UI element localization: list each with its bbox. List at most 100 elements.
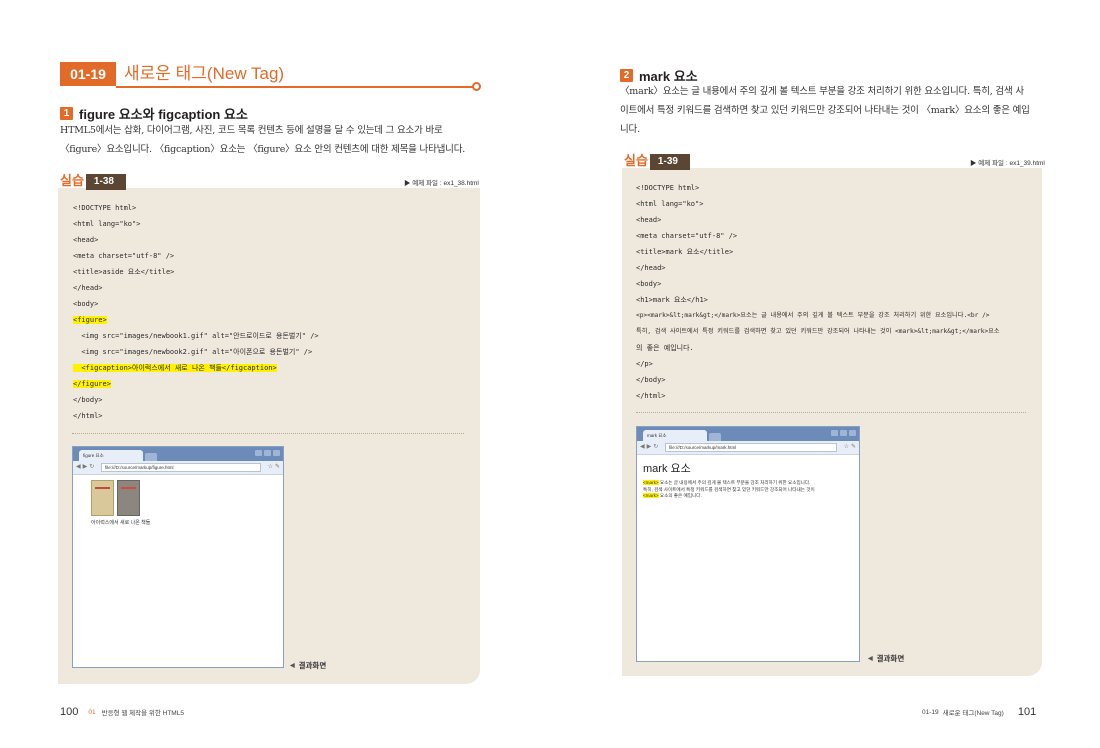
- dotted-divider: [636, 412, 1026, 413]
- star-wrench-icon: ☆ ✎: [267, 463, 280, 470]
- page-number: 101: [1017, 706, 1037, 718]
- browser-toolbar: ◀▶↻ file:///D:/source/markup/figure.html…: [73, 461, 283, 475]
- footer-section-title: 새로운 태그(New Tag): [942, 710, 1004, 717]
- code-line: </html>: [73, 412, 103, 420]
- practice-label: 실습 1-38: [60, 174, 126, 190]
- result-text: 결과화면: [876, 654, 905, 663]
- code-listing: <!DOCTYPE html> <html lang="ko"> <head> …: [73, 200, 319, 424]
- practice-number: 1-39: [649, 154, 690, 170]
- practice-word: 실습: [60, 174, 84, 189]
- code-line: </body>: [73, 396, 103, 404]
- close-icon: [849, 430, 856, 436]
- rendered-heading: mark 요소: [643, 463, 691, 475]
- code-line: </body>: [636, 376, 666, 384]
- practice-number: 1-38: [85, 174, 126, 190]
- section-rule: [116, 86, 476, 88]
- figure-description: HTML5에서는 삽화, 다이어그램, 사진, 코드 목록 컨텐츠 등에 설명을…: [60, 121, 480, 159]
- browser-tab: mark 요소: [643, 430, 707, 441]
- code-line: <head>: [636, 216, 662, 224]
- code-line: <img src="images/newbook1.gif" alt="안드로이…: [73, 332, 319, 340]
- code-line: <html lang="ko">: [636, 200, 704, 208]
- pointer-arrow-icon: ◀: [290, 663, 295, 669]
- cover-stripe: [95, 487, 110, 489]
- subheading-number-badge: 1: [60, 107, 73, 120]
- pointer-arrow-icon: ◀: [868, 656, 873, 662]
- nav-arrows-icon: ◀▶↻: [640, 443, 661, 450]
- browser-screenshot: mark 요소 ◀▶↻ file:///D:/source/markup/mar…: [636, 426, 860, 662]
- browser-content: mark 요소 <mark> 요소는 글 내용에서 주의 깊게 볼 텍스트 부분…: [637, 456, 859, 661]
- code-line-highlighted: <figure>: [73, 312, 319, 328]
- footer-chapter: 01: [88, 708, 96, 716]
- paragraph-line: 〈mark〉요소는 글 내용에서 주의 깊게 볼 텍스트 부분을 강조 처리하기…: [620, 86, 1024, 97]
- code-line: 의 좋은 예입니다.: [636, 344, 694, 352]
- code-line: <meta charset="utf-8" />: [73, 252, 175, 260]
- code-line: <h1>mark 요소</h1>: [636, 296, 708, 304]
- code-line: <title>aside 요소</title>: [73, 268, 175, 276]
- mark-highlight: <mark>: [643, 480, 659, 485]
- address-bar: file:///D:/source/markup/figure.html: [101, 463, 261, 472]
- paragraph-line: 이트에서 특정 키워드를 검색하면 찾고 있던 키워드만 강조되어 나타내는 것…: [620, 105, 1030, 116]
- highlighted-code: <figure>: [73, 316, 107, 324]
- rendered-text: 요소는 글 내용에서 주의 깊게 볼 텍스트 부분을 강조 처리하기 위한 요소…: [658, 480, 811, 485]
- example-file-label: ▶ 예제 파일 : ex1_39.html: [970, 160, 1045, 167]
- browser-titlebar: mark 요소: [637, 427, 859, 441]
- minimize-icon: [255, 450, 262, 456]
- page-footer: 100 01 반응형 웹 제작을 위한 HTML5: [60, 706, 184, 718]
- cover-stripe: [121, 487, 136, 489]
- new-tab-icon: [709, 433, 721, 441]
- code-line: </p>: [636, 360, 653, 368]
- paragraph-line: HTML5에서는 삽화, 다이어그램, 사진, 코드 목록 컨텐츠 등에 설명을…: [60, 125, 443, 136]
- section-rule-end-dot: [472, 82, 481, 91]
- paragraph-line: 〈figure〉요소입니다. 〈figcaption〉요소는 〈figure〉요…: [60, 144, 466, 155]
- footer-book-title: 반응형 웹 제작을 위한 HTML5: [101, 710, 184, 717]
- code-line: </html>: [636, 392, 666, 400]
- rendered-paragraph: <mark> 요소는 글 내용에서 주의 깊게 볼 텍스트 부분을 강조 처리하…: [643, 480, 849, 500]
- nav-arrows-icon: ◀▶↻: [76, 463, 97, 470]
- result-text: 결과화면: [298, 661, 327, 670]
- rendered-line: <mark> 요소의 좋은 예입니다.: [643, 493, 849, 500]
- subheading-number-badge: 2: [620, 69, 633, 82]
- section-number: 01-19: [60, 62, 116, 86]
- address-bar: file:///D:/source/markup/mark.html: [665, 443, 837, 452]
- code-line-with-marks: 특히, 검색 사이트에서 특정 키워드를 검색하면 찾고 있던 키워드만 강조되…: [636, 328, 1000, 335]
- highlighted-code: </figure>: [73, 380, 111, 388]
- code-line-highlighted: <figcaption>아이럭스에서 새로 나온 책들</figcaption>: [73, 360, 319, 376]
- practice-label: 실습 1-39: [624, 154, 690, 170]
- code-line-highlighted: </figure>: [73, 376, 319, 392]
- result-label: ◀ 결과화면: [290, 660, 326, 671]
- code-line: <img src="images/newbook2.gif" alt="아이폰으…: [73, 348, 313, 356]
- browser-toolbar: ◀▶↻ file:///D:/source/markup/mark.html ☆…: [637, 441, 859, 455]
- new-tab-icon: [145, 453, 157, 461]
- section-header: 01-19 새로운 태그(New Tag): [60, 62, 481, 91]
- highlighted-code: <figcaption>아이럭스에서 새로 나온 책들</figcaption>: [73, 364, 277, 372]
- maximize-icon: [840, 430, 847, 436]
- window-controls: [831, 430, 856, 436]
- browser-screenshot: figure 요소 ◀▶↻ file:///D:/source/markup/f…: [72, 446, 284, 668]
- code-line: <meta charset="utf-8" />: [636, 232, 738, 240]
- footer-section: 01-19: [922, 708, 939, 716]
- code-line: <!DOCTYPE html>: [73, 204, 137, 212]
- rendered-text: 요소의 좋은 예입니다.: [658, 493, 702, 498]
- left-page: 01-19 새로운 태그(New Tag) 1 figure 요소와 figca…: [0, 0, 550, 748]
- code-line-with-marks: <p><mark>&lt;mark&gt;</mark>요소는 글 내용에서 주…: [636, 312, 990, 319]
- code-line: </head>: [73, 284, 103, 292]
- result-label: ◀ 결과화면: [868, 653, 904, 664]
- browser-titlebar: figure 요소: [73, 447, 283, 461]
- example-file-label: ▶ 예제 파일 : ex1_38.html: [404, 180, 479, 187]
- section-title: 새로운 태그(New Tag): [124, 64, 285, 83]
- code-line: <!DOCTYPE html>: [636, 184, 700, 192]
- dotted-divider: [72, 433, 464, 434]
- paragraph-line: 니다.: [620, 124, 640, 135]
- practice-word: 실습: [624, 154, 648, 169]
- right-page: 2 mark 요소 〈mark〉요소는 글 내용에서 주의 깊게 볼 텍스트 부…: [550, 0, 1100, 748]
- browser-content: 아이럭스에서 새로 나온 책들: [73, 476, 283, 667]
- browser-tab: figure 요소: [79, 450, 143, 461]
- book-cover-image: [91, 480, 114, 516]
- page-footer: 01-19 새로운 태그(New Tag) 101: [922, 706, 1036, 718]
- maximize-icon: [264, 450, 271, 456]
- book-cover-image: [117, 480, 140, 516]
- code-line: <title>mark 요소</title>: [636, 248, 734, 256]
- code-line: <body>: [73, 300, 99, 308]
- code-line: </head>: [636, 264, 666, 272]
- close-icon: [273, 450, 280, 456]
